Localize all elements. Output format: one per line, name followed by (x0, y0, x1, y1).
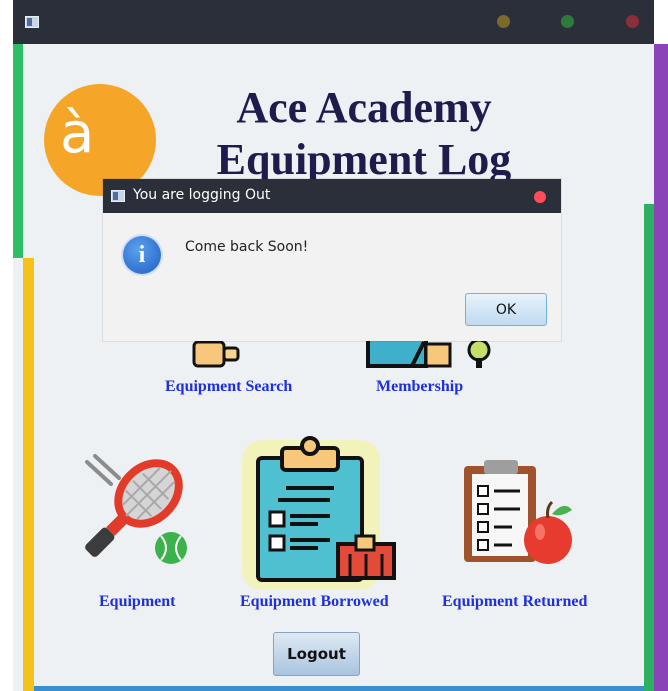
accent-bar-yellow-left (23, 258, 34, 691)
clipboard-borrowed-icon[interactable] (238, 432, 408, 594)
dialog-title: You are logging Out (133, 187, 271, 203)
logout-button[interactable]: Logout (273, 632, 360, 676)
clipboard-returned-icon[interactable] (460, 456, 576, 568)
dialog-close-icon[interactable] (534, 191, 546, 203)
page-title: Ace Academy Equipment Log (164, 82, 564, 186)
menu-label-equipment[interactable]: Equipment (99, 593, 175, 611)
accent-bar-green-right (644, 204, 654, 691)
close-dot-icon[interactable] (626, 15, 639, 28)
dialog-titlebar: You are logging Out (103, 179, 561, 213)
app-window-icon (25, 16, 39, 28)
accent-bar-purple-right (654, 44, 668, 691)
menu-label-equipment-borrowed[interactable]: Equipment Borrowed (240, 593, 389, 611)
dialog-app-icon (111, 190, 125, 202)
accent-bar-blue-bottom (34, 686, 644, 691)
menu-label-equipment-search[interactable]: Equipment Search (165, 378, 292, 396)
menu-label-equipment-returned[interactable]: Equipment Returned (442, 593, 587, 611)
accent-bar-green-left (13, 44, 23, 258)
info-icon: i (123, 236, 161, 274)
logo-glyph: à (60, 101, 95, 166)
maximize-dot-icon[interactable] (561, 15, 574, 28)
menu-label-membership[interactable]: Membership (376, 378, 463, 396)
page-title-line1: Ace Academy (236, 83, 492, 132)
ok-button[interactable]: OK (465, 293, 547, 326)
window-titlebar (13, 0, 654, 44)
tennis-racket-icon[interactable] (75, 452, 195, 572)
logout-dialog: You are logging Out i Come back Soon! OK (103, 179, 561, 341)
minimize-dot-icon[interactable] (497, 15, 510, 28)
dialog-message: Come back Soon! (185, 239, 309, 255)
